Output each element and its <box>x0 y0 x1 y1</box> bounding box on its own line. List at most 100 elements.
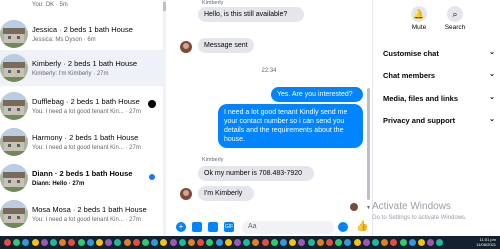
taskbar-app-icon[interactable] <box>123 239 131 246</box>
sender-label: Kimberly <box>202 157 224 163</box>
taskbar-app-icon[interactable] <box>50 239 57 246</box>
chevron-down-icon: ⌄ <box>489 49 495 56</box>
taskbar-app-icon[interactable] <box>390 239 398 246</box>
plus-icon[interactable]: + <box>176 222 186 232</box>
mute-button[interactable]: 🔔 Mute <box>399 6 439 31</box>
image-icon[interactable] <box>192 222 202 232</box>
taskbar-app-icon[interactable] <box>427 239 435 246</box>
scroll-down-icon[interactable]: ▼ <box>366 205 371 211</box>
taskbar-app-icon[interactable] <box>160 239 168 246</box>
taskbar-app-icon[interactable] <box>344 239 352 246</box>
taskbar-app-icon[interactable] <box>215 239 223 246</box>
taskbar-app-icon[interactable] <box>408 239 416 246</box>
chat-title: Kimberly · 2 beds 1 bath House <box>32 59 138 68</box>
taskbar-app-icon[interactable] <box>86 239 94 246</box>
taskbar-app-icon[interactable] <box>114 239 122 246</box>
sticker-icon[interactable] <box>208 222 218 232</box>
chat-list-item[interactable]: Diann · 2 beds 1 bath House Diann: Hello … <box>0 160 163 196</box>
taskbar-app-icon[interactable] <box>326 239 333 246</box>
chat-preview: You: I need a lot good tenant Kin... · 2… <box>32 217 141 223</box>
emoji-icon[interactable] <box>338 222 348 232</box>
chat-list-item[interactable]: Jessica · 2 beds 1 bath House Jessica: Ms… <box>0 16 163 52</box>
menu-chat-members[interactable]: Chat members ⌄ <box>383 71 495 80</box>
taskbar-app-icon[interactable] <box>243 239 251 246</box>
chat-list-item[interactable]: Kimberly · 2 beds 1 bath House Kimberly: … <box>0 50 163 86</box>
message-input[interactable]: Aa <box>242 221 334 234</box>
taskbar-app-icon[interactable] <box>224 239 232 246</box>
unread-dot <box>149 174 155 180</box>
taskbar-app-icon[interactable] <box>169 239 177 246</box>
taskbar-app-icon[interactable] <box>381 239 389 246</box>
taskbar-app-icon[interactable] <box>188 239 195 246</box>
search-button[interactable]: ⌕ Search <box>435 6 475 31</box>
like-icon[interactable]: 👍 <box>356 221 368 232</box>
chat-avatar <box>0 20 28 48</box>
unread-dot <box>148 100 156 108</box>
taskbar-app-icon[interactable] <box>13 239 21 246</box>
taskbar-app-icon[interactable] <box>4 239 11 246</box>
incoming-message: Ok my number is 708.483-7920 <box>198 166 314 181</box>
message-composer: + GIF Aa 👍 <box>170 219 370 236</box>
chat-list-item[interactable]: Mosa Mosa · 2 beds 1 bath House You: I ne… <box>0 196 163 232</box>
chat-title: Jessica · 2 beds 1 bath House <box>32 25 133 34</box>
taskbar-app-icon[interactable] <box>252 239 260 246</box>
chat-title: Dufflebag · 2 beds 1 bath House <box>32 97 140 106</box>
chat-preview: Jessica: Ms Dyson · 6m <box>32 37 96 43</box>
conversation-scrollbar[interactable] <box>367 88 370 200</box>
taskbar-app-icon[interactable] <box>280 239 287 246</box>
taskbar-app-icon[interactable] <box>96 239 103 246</box>
taskbar-app-icon[interactable] <box>418 239 425 246</box>
chat-title: Diann · 2 beds 1 bath House <box>32 169 133 178</box>
sender-avatar <box>180 188 192 200</box>
taskbar-app-icon[interactable] <box>68 239 76 246</box>
taskbar-clock[interactable]: 11:01 pm 11/08/2021 <box>476 237 496 247</box>
taskbar-app-icon[interactable] <box>31 239 39 246</box>
gif-icon[interactable]: GIF <box>224 222 234 232</box>
taskbar-app-icon[interactable] <box>151 239 159 246</box>
chat-preview-partial: You: OK · 5m <box>32 2 68 8</box>
taskbar-app-icon[interactable] <box>59 239 67 246</box>
chat-preview: Kimberly: I'm Kimberly · 27m <box>32 71 109 77</box>
taskbar-app-icon[interactable] <box>178 239 186 246</box>
menu-media-files-links[interactable]: Media, files and links ⌄ <box>383 94 495 103</box>
taskbar-app-icon[interactable] <box>335 239 343 246</box>
taskbar-app-icon[interactable] <box>399 239 407 246</box>
incoming-message: Hello, is this still available? <box>198 7 304 22</box>
chat-avatar <box>0 164 28 192</box>
chat-list-item[interactable]: Harmony · 2 beds 1 bath House You: I need… <box>0 124 163 160</box>
taskbar-app-icon[interactable] <box>77 239 85 246</box>
chat-avatar <box>0 54 28 82</box>
taskbar-app-icon[interactable] <box>362 239 370 246</box>
taskbar-app-icon[interactable] <box>132 239 140 246</box>
taskbar-app-icon[interactable] <box>436 239 444 246</box>
taskbar-app-icon[interactable] <box>289 239 297 246</box>
taskbar-app-icon[interactable] <box>105 239 113 246</box>
taskbar-app-icon[interactable] <box>40 239 48 246</box>
outgoing-message: Yes. Are you interested? <box>271 87 363 102</box>
taskbar-app-icon[interactable] <box>353 239 361 246</box>
taskbar-app-icon[interactable] <box>142 239 149 246</box>
chevron-down-icon: ⌄ <box>489 71 495 78</box>
taskbar-app-icon[interactable] <box>270 239 278 246</box>
conversation-panel: Kimberly Hello, is this still available?… <box>166 0 372 236</box>
activate-windows-subtext: Go to Settings to activate Windows. <box>372 215 467 221</box>
chat-list-item[interactable]: Dufflebag · 2 beds 1 bath House You: I ne… <box>0 88 163 124</box>
taskbar-app-icon[interactable] <box>206 239 214 246</box>
time-divider: 22:34 <box>261 68 277 74</box>
taskbar-app-icon[interactable] <box>22 239 30 246</box>
taskbar-app-icon[interactable] <box>316 239 324 246</box>
menu-customise-chat[interactable]: Customise chat ⌄ <box>383 49 495 58</box>
taskbar-app-icon[interactable] <box>307 239 315 246</box>
taskbar-app-icon[interactable] <box>197 239 205 246</box>
chevron-down-icon: ⌄ <box>489 116 495 123</box>
taskbar-app-icon[interactable] <box>261 239 269 246</box>
taskbar-app-icon[interactable] <box>234 239 241 246</box>
taskbar-app-icon[interactable] <box>372 239 379 246</box>
chat-title: Mosa Mosa · 2 beds 1 bath House <box>32 205 147 214</box>
sender-label: Kimberly <box>202 0 224 6</box>
incoming-message: I'm Kimberly <box>198 186 254 201</box>
chat-avatar <box>0 200 28 228</box>
menu-privacy-support[interactable]: Privacy and support ⌄ <box>383 116 495 125</box>
incoming-message: Message sent <box>198 38 254 53</box>
taskbar-app-icon[interactable] <box>298 239 306 246</box>
